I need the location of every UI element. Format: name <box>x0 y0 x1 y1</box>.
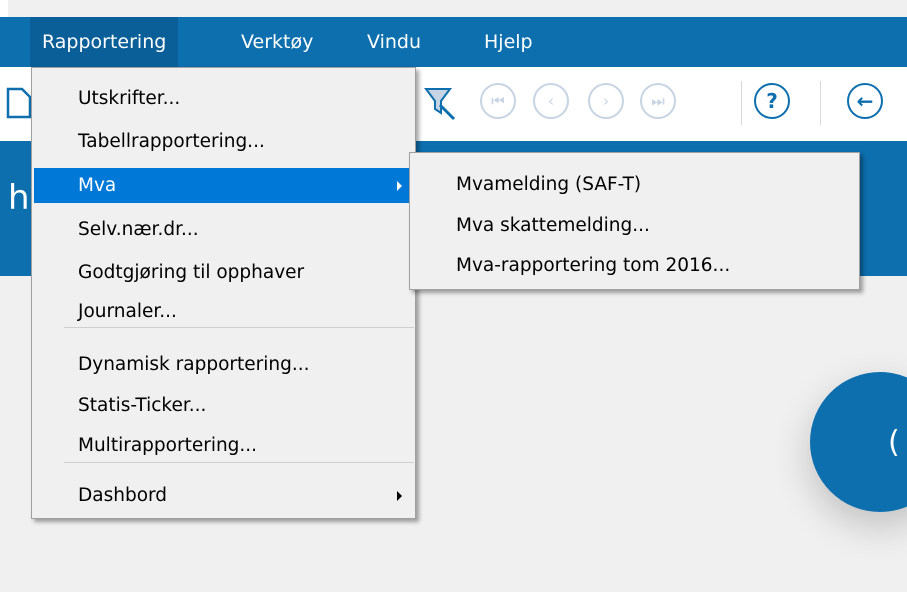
back-icon[interactable]: ← <box>847 83 883 119</box>
submenu-arrow-icon <box>397 491 402 501</box>
menu-item-journaler[interactable]: Journaler... <box>34 294 413 329</box>
rapportering-dropdown-menu: Utskrifter... Tabellrapportering... Mva … <box>31 67 416 519</box>
menu-separator <box>64 327 414 328</box>
banner-title-partial: h <box>8 178 30 218</box>
action-tile-label-partial: ( <box>888 425 900 460</box>
mva-submenu: Mvamelding (SAF-T) Mva skattemelding... … <box>409 152 860 290</box>
menu-item-tabellrapportering[interactable]: Tabellrapportering... <box>34 124 413 159</box>
menu-item-dashbord[interactable]: Dashbord <box>34 478 413 513</box>
menu-item-multirapportering[interactable]: Multirapportering... <box>34 428 413 463</box>
submenu-arrow-icon <box>397 181 402 191</box>
clear-filter-icon[interactable] <box>420 83 458 121</box>
first-record-icon[interactable]: ⏮ <box>480 83 516 119</box>
last-record-icon[interactable]: ⏭ <box>640 83 676 119</box>
menu-separator <box>64 462 414 463</box>
menu-verktoy[interactable]: Verktøy <box>229 17 325 67</box>
menu-bar: Rapportering Verktøy Vindu Hjelp <box>0 17 907 67</box>
menu-item-selv-naer-dr[interactable]: Selv.nær.dr... <box>34 212 413 247</box>
previous-record-icon[interactable]: ‹ <box>533 83 569 119</box>
menu-item-statis-ticker[interactable]: Statis-Ticker... <box>34 388 413 423</box>
next-record-icon[interactable]: › <box>588 83 624 119</box>
toolbar-divider <box>741 81 742 125</box>
menu-item-utskrifter[interactable]: Utskrifter... <box>34 81 413 116</box>
help-search-icon[interactable]: ? <box>754 83 790 119</box>
menu-rapportering[interactable]: Rapportering <box>30 17 179 67</box>
menu-hjelp[interactable]: Hjelp <box>472 17 545 67</box>
menu-item-dynamisk-rapportering[interactable]: Dynamisk rapportering... <box>34 347 413 382</box>
menu-vindu[interactable]: Vindu <box>355 17 433 67</box>
toolbar-divider <box>820 81 821 125</box>
menu-item-godtgjoring[interactable]: Godtgjøring til opphaver <box>34 255 413 290</box>
menu-item-mva[interactable]: Mva <box>34 168 413 203</box>
new-document-icon[interactable] <box>4 83 32 119</box>
menu-item-mvamelding-saf-t[interactable]: Mvamelding (SAF-T) <box>412 167 857 202</box>
menu-item-mva-rapportering-2016[interactable]: Mva-rapportering tom 2016... <box>412 248 857 283</box>
menu-item-mva-skattemelding[interactable]: Mva skattemelding... <box>412 208 857 243</box>
